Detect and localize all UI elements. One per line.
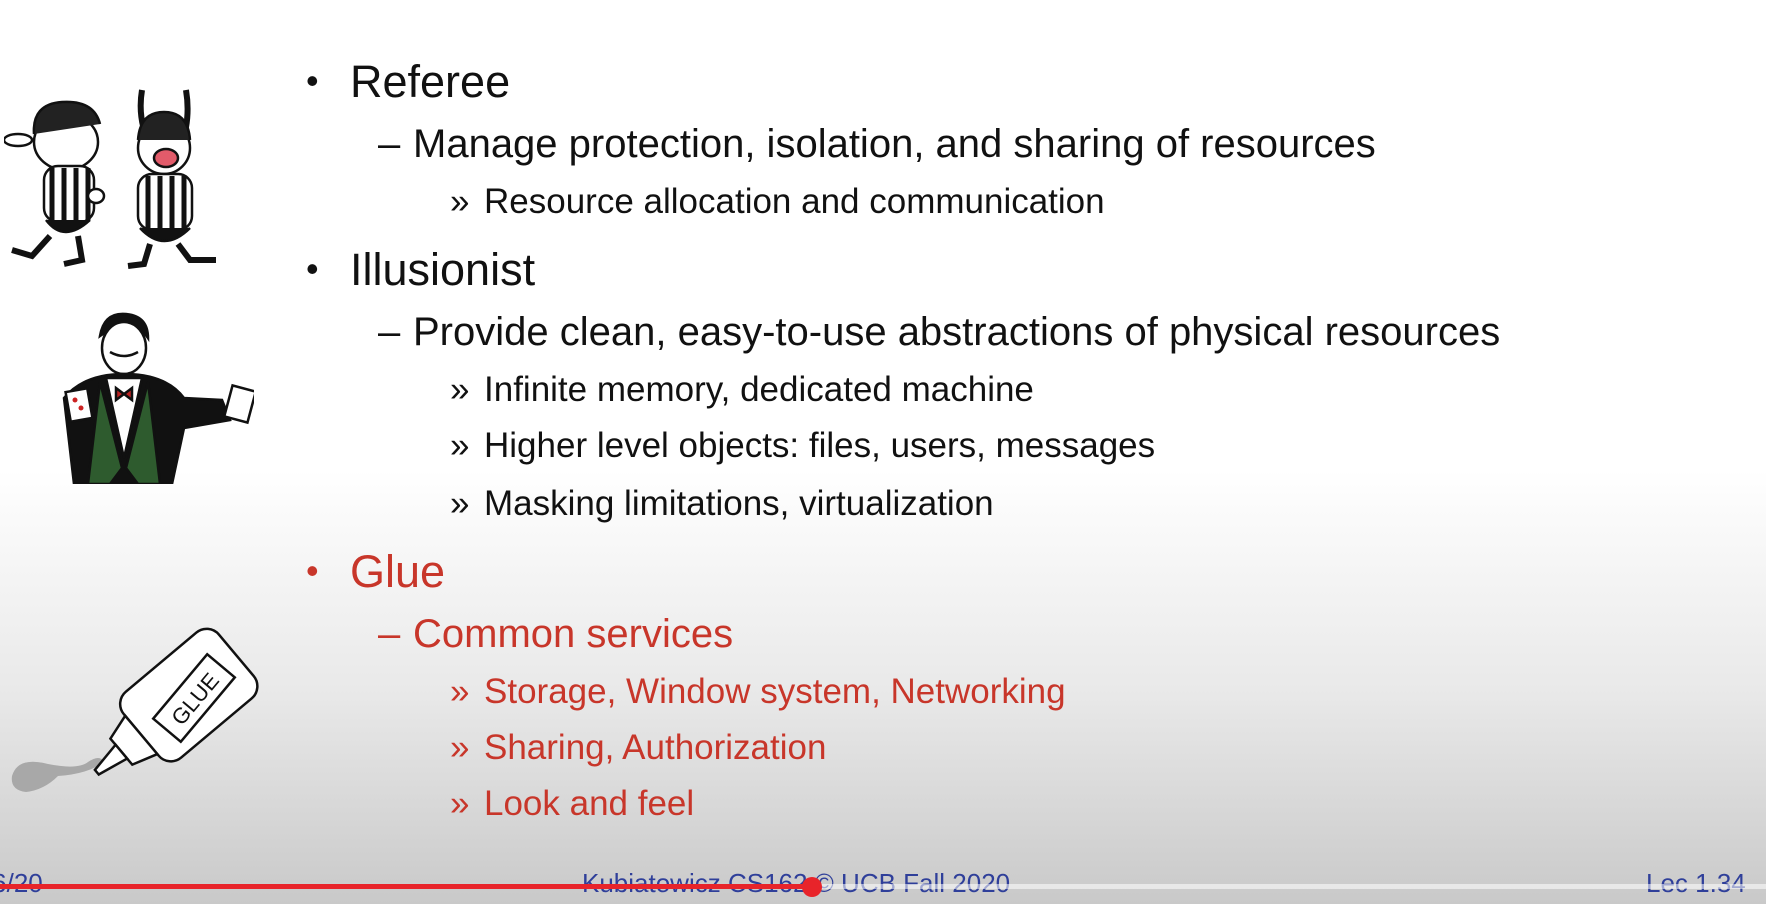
video-progress-fill — [0, 884, 813, 889]
referee-illustration — [4, 89, 216, 269]
bullet-marker: – — [378, 310, 401, 354]
video-progress-bar[interactable] — [0, 877, 1766, 897]
bullet-marker: » — [450, 484, 470, 523]
bullet-marker: • — [306, 248, 319, 289]
bullet-marker: » — [450, 426, 470, 465]
bullet-marker: – — [378, 122, 401, 166]
glue-bottle-illustration: GLUE — [11, 627, 259, 792]
bullet-marker: – — [378, 612, 401, 656]
bullet-text: Referee — [350, 56, 511, 107]
bullet-marker: » — [450, 784, 470, 823]
bullet-marker: » — [450, 370, 470, 409]
bullet-text: Manage protection, isolation, and sharin… — [413, 122, 1376, 166]
bullet-text: Resource allocation and communication — [484, 182, 1105, 221]
bullet-text: Glue — [350, 546, 446, 597]
bullet-marker: » — [450, 672, 470, 711]
bullet-text: Look and feel — [484, 784, 695, 823]
bullet-text: Storage, Window system, Networking — [484, 672, 1066, 711]
bullet-marker: • — [306, 60, 319, 101]
bullet-text: Masking limitations, virtualization — [484, 484, 994, 523]
bullet-marker: » — [450, 182, 470, 221]
bullet-text: Sharing, Authorization — [484, 728, 827, 767]
bullet-text: Illusionist — [350, 244, 536, 295]
magician-illustration — [62, 312, 254, 484]
bullet-text: Common services — [413, 612, 734, 656]
bullet-text: Infinite memory, dedicated machine — [484, 370, 1034, 409]
bullet-text: Provide clean, easy-to-use abstractions … — [413, 310, 1501, 354]
slide: GLUE • Referee – Manage protection, isolati… — [0, 0, 1766, 904]
bullet-text: Higher level objects: files, users, mess… — [484, 426, 1156, 465]
bullet-marker: • — [306, 550, 319, 591]
bullet-marker: » — [450, 728, 470, 767]
